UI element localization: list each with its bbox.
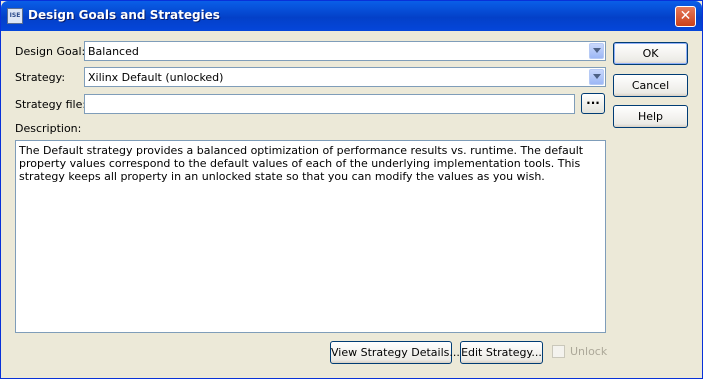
chevron-down-icon[interactable] <box>589 69 604 85</box>
close-button[interactable]: ✕ <box>675 6 696 27</box>
ok-button[interactable]: OK <box>613 42 688 65</box>
design-goal-value: Balanced <box>88 45 139 58</box>
description-text: The Default strategy provides a balanced… <box>15 140 606 333</box>
dialog-title: Design Goals and Strategies <box>28 8 220 22</box>
strategy-file-label: Strategy file: <box>15 98 87 111</box>
edit-strategy-button[interactable]: Edit Strategy... <box>460 341 543 364</box>
dialog-window: ISE Design Goals and Strategies ✕ Design… <box>0 0 703 379</box>
xilinx-app-icon: ISE <box>7 8 23 24</box>
chevron-down-icon[interactable] <box>589 43 604 59</box>
strategy-select[interactable]: Xilinx Default (unlocked) <box>84 67 606 87</box>
unlock-label: Unlock <box>570 345 608 358</box>
unlock-checkbox[interactable] <box>552 345 565 358</box>
browse-button[interactable]: ... <box>581 93 605 114</box>
view-strategy-details-button[interactable]: View Strategy Details... <box>330 341 460 364</box>
description-label: Description: <box>15 122 82 135</box>
browse-label: ... <box>586 93 600 107</box>
strategy-value: Xilinx Default (unlocked) <box>88 71 224 84</box>
design-goal-select[interactable]: Balanced <box>84 41 606 61</box>
dialog-body: Design Goal: Balanced Strategy: Xilinx D… <box>4 31 699 375</box>
strategy-file-input[interactable] <box>84 94 575 114</box>
strategy-label: Strategy: <box>15 71 66 84</box>
design-goal-label: Design Goal: <box>15 45 86 58</box>
title-bar[interactable]: ISE Design Goals and Strategies ✕ <box>1 1 702 31</box>
cancel-button[interactable]: Cancel <box>613 74 688 97</box>
help-button[interactable]: Help <box>613 105 688 128</box>
